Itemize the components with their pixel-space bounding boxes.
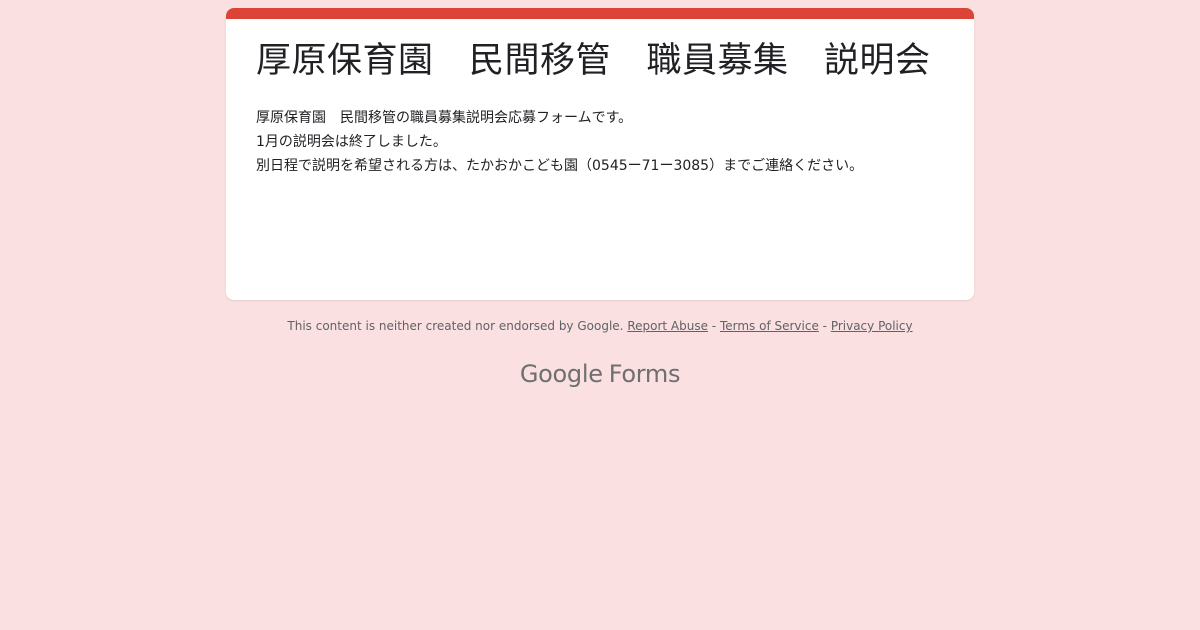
- form-title: 厚原保育園 民間移管 職員募集 説明会: [256, 41, 931, 81]
- form-header-card: 厚原保育園 民間移管 職員募集 説明会 厚原保育園 民間移管の職員募集説明会応募…: [226, 8, 974, 300]
- report-abuse-link[interactable]: Report Abuse: [627, 319, 708, 333]
- description-line-1: 厚原保育園 民間移管の職員募集説明会応募フォームです。: [256, 110, 633, 126]
- privacy-policy-link[interactable]: Privacy Policy: [831, 319, 913, 333]
- footer: This content is neither created nor endo…: [0, 319, 1200, 333]
- footer-separator: -: [818, 319, 831, 333]
- google-forms-logo[interactable]: Google Forms: [0, 360, 1200, 388]
- footer-separator: -: [707, 319, 720, 333]
- accent-bar: [226, 8, 974, 19]
- brand-forms-text: Forms: [608, 360, 681, 388]
- form-description: 厚原保育園 民間移管の職員募集説明会応募フォームです。 1月の説明会は終了しまし…: [256, 106, 944, 178]
- terms-of-service-link[interactable]: Terms of Service: [720, 319, 819, 333]
- description-line-2: 1月の説明会は終了しました。: [256, 134, 447, 150]
- card-body: 厚原保育園 民間移管 職員募集 説明会 厚原保育園 民間移管の職員募集説明会応募…: [256, 38, 944, 178]
- footer-disclaimer: This content is neither created nor endo…: [287, 319, 624, 333]
- brand-google-text: Google: [519, 360, 603, 388]
- description-line-3: 別日程で説明を希望される方は、たかおかこども園（0545ー71ー3085）までご…: [256, 158, 864, 174]
